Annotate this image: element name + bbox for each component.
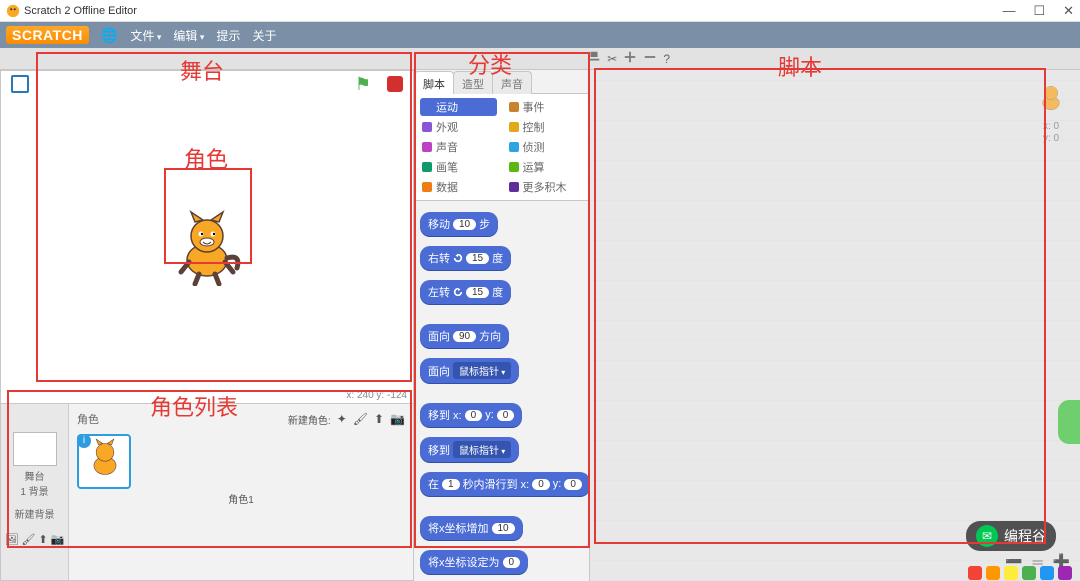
lib-sprite-icon[interactable]: ✦	[337, 412, 347, 426]
category-声音[interactable]: 声音	[420, 138, 497, 156]
toolbar: ✂ ?	[0, 48, 1080, 70]
stop-icon[interactable]	[387, 76, 403, 92]
paint-sprite-icon[interactable]: 🖌	[353, 412, 368, 426]
sprite-panel: 舞台 1 背景 新建背景 🖼 🖌 ⬆ 📷 角色 新建角色: ✦ 🖌	[0, 404, 414, 581]
category-更多积木[interactable]: 更多积木	[507, 178, 584, 196]
window-titlebar: Scratch 2 Offline Editor — ☐ ✕	[0, 0, 1080, 22]
close-button[interactable]: ✕	[1063, 3, 1074, 19]
block-list: 移动10步 右转15度 左转15度 面向90方向 面向鼠标指针 移到 x:0y:…	[414, 201, 589, 581]
menubar: SCRATCH 🌐 文件 编辑 提示 关于	[0, 22, 1080, 48]
tab-scripts[interactable]: 脚本	[414, 71, 454, 94]
block-set-x[interactable]: 将x坐标设定为0	[420, 550, 528, 574]
block-point-towards[interactable]: 面向鼠标指针	[420, 358, 519, 383]
green-flag-icon[interactable]: ⚑	[355, 74, 371, 95]
block-goto-xy[interactable]: 移到 x:0y:0	[420, 403, 522, 427]
menu-about[interactable]: 关于	[252, 27, 276, 44]
strip-dot	[1040, 566, 1054, 580]
help-icon[interactable]: ?	[663, 52, 670, 66]
stage-canvas[interactable]	[1, 97, 413, 403]
block-turn-right[interactable]: 右转15度	[420, 246, 511, 270]
strip-dot	[986, 566, 1000, 580]
category-事件[interactable]: 事件	[507, 98, 584, 116]
category-运算[interactable]: 运算	[507, 158, 584, 176]
category-运动[interactable]: 运动	[420, 98, 497, 116]
watermark-text: 编程谷	[1004, 526, 1046, 546]
upload-backdrop-icon[interactable]: ⬆	[39, 533, 48, 546]
lib-backdrop-icon[interactable]: 🖼	[5, 533, 19, 546]
block-goto[interactable]: 移到鼠标指针	[420, 437, 519, 462]
strip-dot	[1058, 566, 1072, 580]
new-sprite-label: 新建角色:	[288, 412, 331, 427]
menu-tips[interactable]: 提示	[216, 27, 240, 44]
scratch-logo: SCRATCH	[6, 26, 89, 44]
menu-edit[interactable]: 编辑	[173, 27, 204, 44]
new-backdrop-label: 新建背景	[15, 506, 55, 521]
upload-sprite-icon[interactable]: ⬆	[374, 412, 384, 426]
fullscreen-icon[interactable]	[11, 75, 29, 93]
category-list: 运动事件外观控制声音侦测画笔运算数据更多积木	[414, 94, 589, 201]
shrink-icon[interactable]	[643, 50, 657, 67]
bottom-strip	[590, 565, 1080, 581]
mouse-coords: x: 240 y: -124	[346, 390, 407, 401]
tab-costumes[interactable]: 造型	[453, 71, 493, 94]
palette-panel: 脚本 造型 声音 运动事件外观控制声音侦测画笔运算数据更多积木 移动10步 右转…	[414, 70, 590, 581]
block-change-x[interactable]: 将x坐标增加10	[420, 516, 523, 540]
block-glide[interactable]: 在1秒内滑行到 x:0y:0	[420, 472, 589, 496]
strip-dot	[1022, 566, 1036, 580]
strip-dot	[1004, 566, 1018, 580]
sprite-name: 角色1	[77, 491, 405, 506]
stage-panel: ⚑ v456.0.4	[0, 70, 414, 404]
maximize-button[interactable]: ☐	[1033, 3, 1045, 19]
block-move[interactable]: 移动10步	[420, 212, 498, 236]
menu-file[interactable]: 文件	[130, 27, 161, 44]
window-title: Scratch 2 Offline Editor	[24, 5, 137, 17]
sprites-label: 角色	[77, 411, 99, 427]
sprite-on-stage[interactable]	[171, 210, 243, 291]
grow-icon[interactable]	[623, 50, 637, 67]
backdrop-label: 舞台	[25, 468, 45, 483]
mini-y: y: 0	[1034, 133, 1068, 145]
watermark: ✉ 编程谷	[966, 521, 1056, 551]
category-控制[interactable]: 控制	[507, 118, 584, 136]
category-侦测[interactable]: 侦测	[507, 138, 584, 156]
category-外观[interactable]: 外观	[420, 118, 497, 136]
cut-icon[interactable]: ✂	[607, 52, 617, 66]
block-turn-left[interactable]: 左转15度	[420, 280, 511, 304]
paint-backdrop-icon[interactable]: 🖌	[22, 533, 36, 546]
minimize-button[interactable]: —	[1002, 3, 1015, 19]
share-tab[interactable]	[1058, 400, 1080, 444]
wechat-icon: ✉	[976, 525, 998, 547]
camera-backdrop-icon[interactable]: 📷	[51, 533, 65, 546]
stamp-icon[interactable]	[587, 50, 601, 67]
backdrop-count: 1 背景	[20, 483, 48, 498]
script-area[interactable]: x: 0y: 0 ➖ ＝ ➕ ✉ 编程谷	[590, 70, 1080, 581]
sprite-thumb-corner: x: 0y: 0	[1034, 82, 1068, 145]
strip-dot	[968, 566, 982, 580]
category-画笔[interactable]: 画笔	[420, 158, 497, 176]
category-数据[interactable]: 数据	[420, 178, 497, 196]
language-icon[interactable]: 🌐	[101, 27, 118, 44]
tab-sounds[interactable]: 声音	[492, 71, 532, 94]
block-point-dir[interactable]: 面向90方向	[420, 324, 509, 348]
scratch-icon	[6, 4, 20, 18]
sprite-thumb[interactable]: i	[77, 434, 131, 489]
camera-sprite-icon[interactable]: 📷	[390, 412, 405, 426]
sprite-info-icon[interactable]: i	[77, 434, 91, 448]
backdrop-thumb[interactable]	[13, 432, 57, 466]
mini-x: x: 0	[1034, 121, 1068, 133]
